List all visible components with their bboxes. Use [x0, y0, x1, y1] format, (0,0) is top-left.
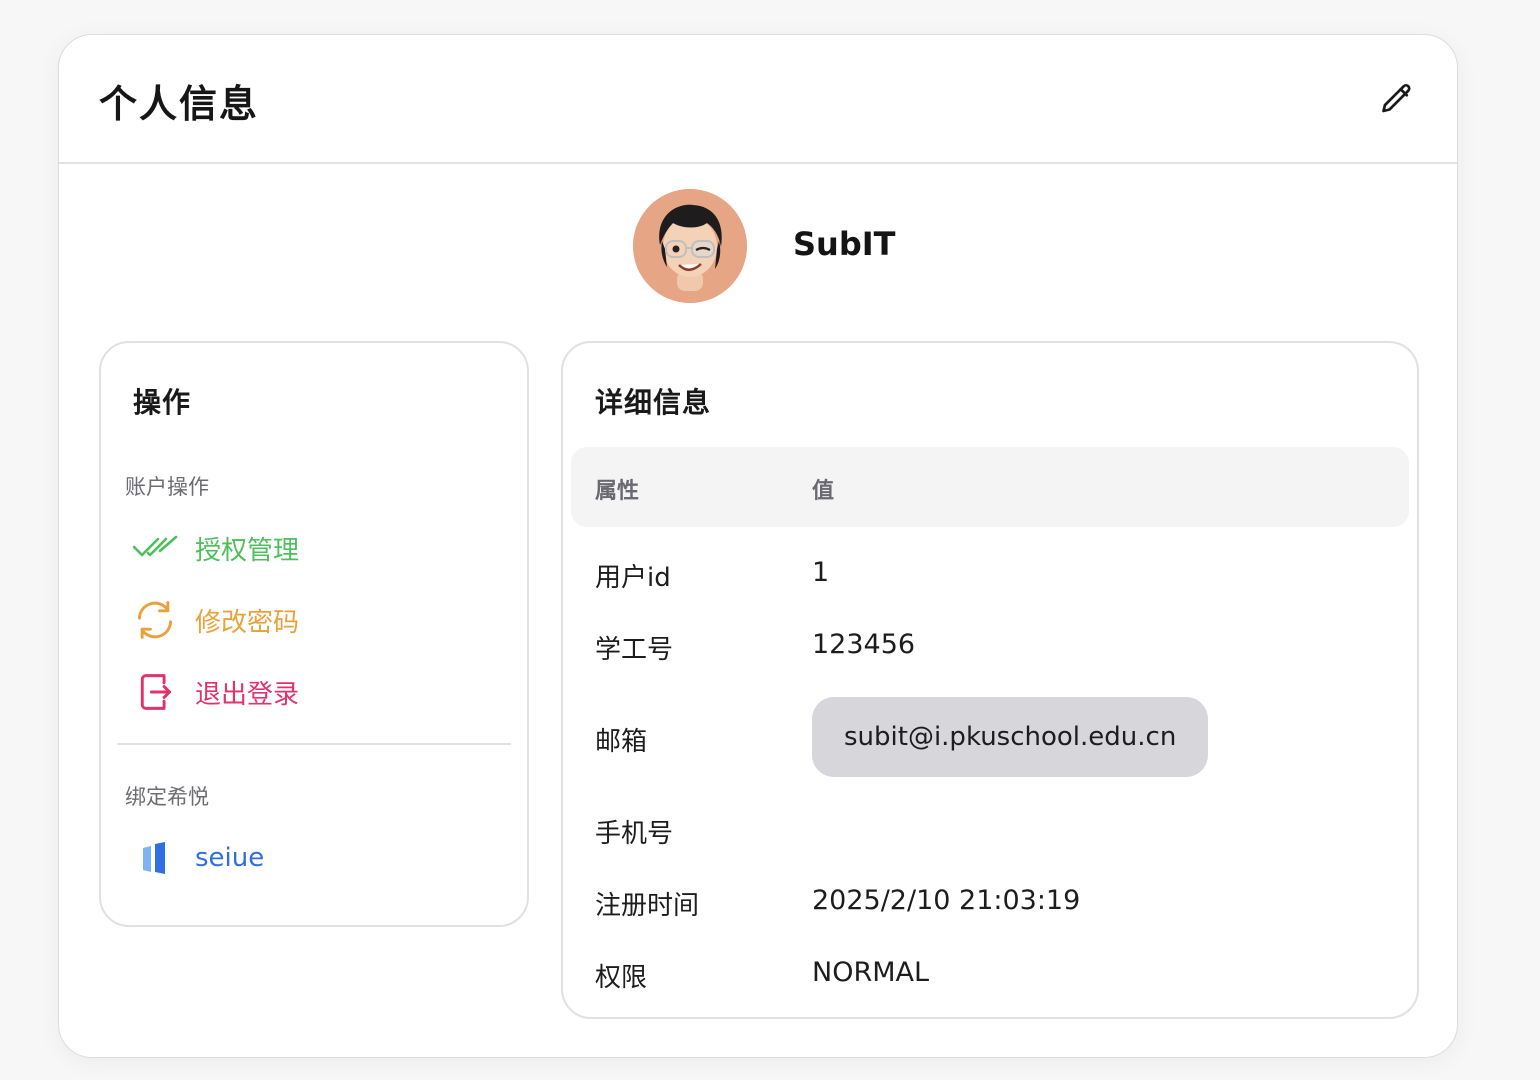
- change-password-link[interactable]: 修改密码: [131, 595, 299, 645]
- detail-panel: 详细信息 属性 值 用户id 1 学工号 123456 邮箱 subit@i.p…: [561, 341, 1419, 1019]
- double-check-icon: [131, 524, 179, 572]
- profile-summary: SubIT: [633, 189, 1033, 303]
- page-title: 个人信息: [99, 82, 260, 126]
- card-header: 个人信息: [59, 35, 1457, 164]
- row-key-user-id: 用户id: [595, 563, 671, 593]
- seiue-link[interactable]: seiue: [131, 833, 264, 883]
- memoji-avatar: [633, 189, 747, 303]
- refresh-icon: [131, 596, 179, 644]
- email-value-chip[interactable]: subit@i.pkuschool.edu.cn: [812, 697, 1209, 777]
- avatar: [633, 189, 747, 303]
- column-header-value: 值: [812, 479, 835, 504]
- row-value-student-id: 123456: [812, 629, 916, 660]
- logout-label: 退出登录: [195, 679, 300, 710]
- operations-panel: 操作 账户操作 授权管理 修改密码 退出登录 绑定希悦 seiue: [99, 341, 529, 927]
- username: SubIT: [793, 225, 896, 263]
- row-key-phone: 手机号: [595, 819, 674, 849]
- logout-icon: [131, 668, 179, 716]
- row-value-user-id: 1: [812, 557, 830, 588]
- change-password-label: 修改密码: [195, 607, 300, 638]
- logout-link[interactable]: 退出登录: [131, 667, 299, 717]
- bind-section-label: 绑定希悦: [125, 785, 209, 809]
- section-divider: [117, 743, 511, 745]
- row-key-permission: 权限: [595, 963, 648, 993]
- row-key-student-id: 学工号: [595, 635, 674, 665]
- detail-title: 详细信息: [595, 386, 712, 419]
- authorization-management-label: 授权管理: [195, 535, 300, 566]
- row-key-register-time: 注册时间: [595, 891, 700, 921]
- profile-card: 个人信息 SubIT 操作 账户操作 授权管理 修改密码 退出登录 绑定希悦 s…: [58, 34, 1458, 1058]
- account-section-label: 账户操作: [125, 475, 209, 499]
- seiue-logo-icon: [131, 834, 179, 882]
- row-value-register-time: 2025/2/10 21:03:19: [812, 885, 1081, 916]
- row-key-email: 邮箱: [595, 727, 648, 757]
- seiue-label: seiue: [195, 843, 265, 873]
- row-value-permission: NORMAL: [812, 957, 930, 988]
- column-header-attribute: 属性: [595, 479, 640, 504]
- table-header: 属性 值: [571, 447, 1409, 527]
- operations-title: 操作: [133, 386, 192, 419]
- edit-button[interactable]: [1377, 79, 1417, 119]
- pencil-icon: [1382, 83, 1411, 113]
- authorization-management-link[interactable]: 授权管理: [131, 523, 299, 573]
